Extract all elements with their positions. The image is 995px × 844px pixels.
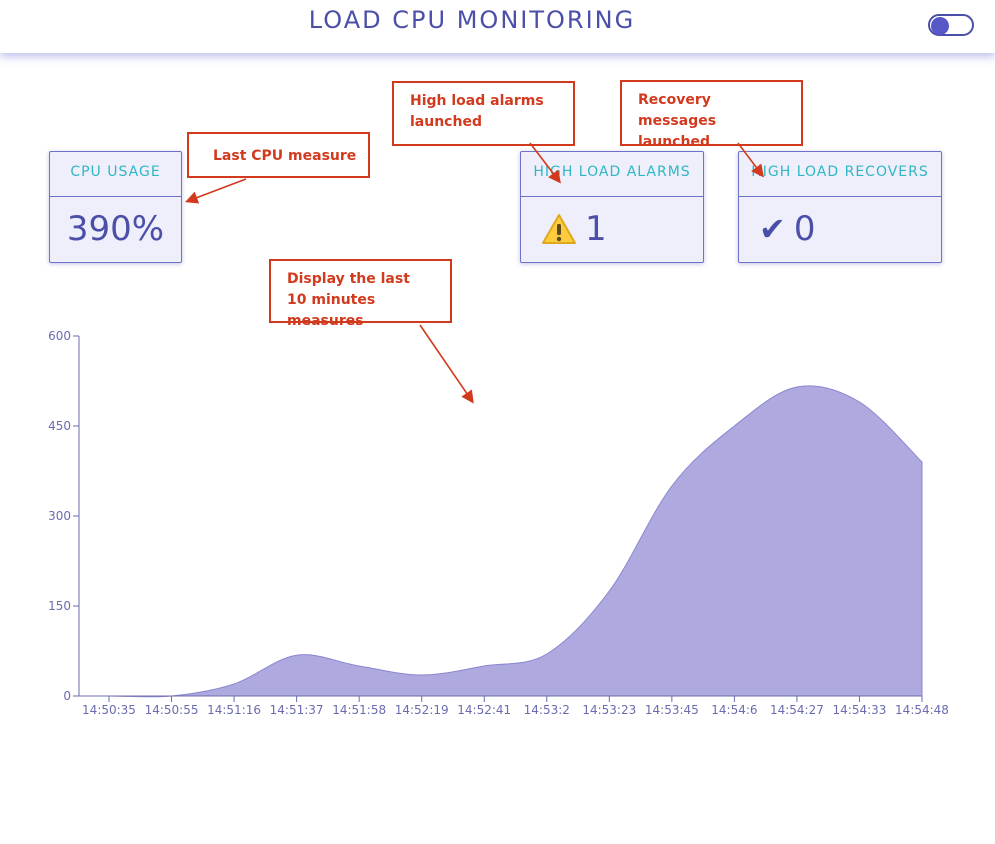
series-area xyxy=(79,385,923,698)
x-tick-label: 14:53:2 xyxy=(524,703,570,717)
x-tick-label: 14:50:35 xyxy=(82,703,136,717)
x-tick-label: 14:51:37 xyxy=(270,703,324,717)
x-tick-label: 14:54:27 xyxy=(770,703,824,717)
arrow-last-cpu xyxy=(185,178,247,204)
x-tick-label: 14:50:55 xyxy=(145,703,199,717)
cpu-area-chart: 0 150 300 450 600 14:50:35 14:50:55 14:51:16 14:… xyxy=(48,329,949,717)
alarms-body: 1 xyxy=(521,197,703,261)
recovers-body: ✔ 0 xyxy=(739,197,941,261)
theme-toggle[interactable] xyxy=(928,14,974,36)
x-tick-label: 14:54:33 xyxy=(833,703,887,717)
cpu-usage-value: 390% xyxy=(66,209,165,249)
y-tick-label: 600 xyxy=(48,329,71,343)
annotation-last-cpu: Last CPU measure xyxy=(187,132,370,178)
y-tick-label: 300 xyxy=(48,509,71,523)
warning-icon xyxy=(541,213,577,245)
checkmark-icon: ✔ xyxy=(759,210,786,248)
app-header: LOAD CPU MONITORING xyxy=(0,0,995,53)
page-title: LOAD CPU MONITORING xyxy=(308,6,636,34)
x-tick-label: 14:53:23 xyxy=(582,703,636,717)
cpu-usage-label: CPU USAGE xyxy=(50,152,181,197)
alarms-label: HIGH LOAD ALARMS xyxy=(521,152,703,197)
x-tick-label: 14:54:6 xyxy=(711,703,757,717)
y-tick-label: 0 xyxy=(63,689,71,703)
recovers-label: HIGH LOAD RECOVERS xyxy=(739,152,941,197)
x-tick-label: 14:51:16 xyxy=(207,703,261,717)
toggle-knob xyxy=(931,17,949,35)
alarms-card: HIGH LOAD ALARMS 1 xyxy=(520,151,704,263)
cpu-usage-card: CPU USAGE 390% xyxy=(49,151,182,263)
recovers-value: 0 xyxy=(793,209,816,249)
annotation-alarms: High load alarms launched xyxy=(392,81,575,146)
x-tick-label: 14:54:48 xyxy=(895,703,949,717)
annotation-chart: Display the last 10 minutes measures xyxy=(269,259,452,329)
x-tick-label: 14:52:19 xyxy=(395,703,449,717)
x-tick-label: 14:53:45 xyxy=(645,703,699,717)
x-tick-label: 14:52:41 xyxy=(457,703,511,717)
annotation-recovery: Recovery messages launched xyxy=(620,80,803,150)
x-tick-label: 14:51:58 xyxy=(332,703,386,717)
recovers-card: HIGH LOAD RECOVERS ✔ 0 xyxy=(738,151,942,263)
y-tick-label: 150 xyxy=(48,599,71,613)
alarms-value: 1 xyxy=(585,209,607,249)
y-tick-label: 450 xyxy=(48,419,71,433)
